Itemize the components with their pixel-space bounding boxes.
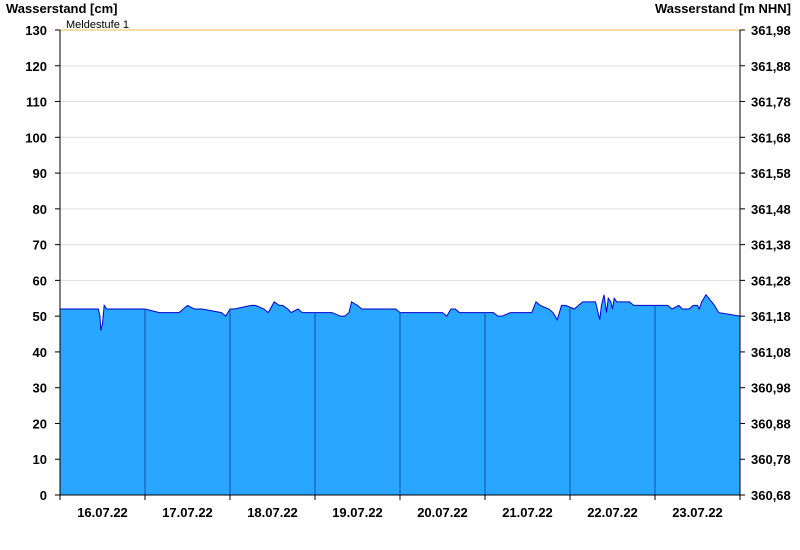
x-tick-label: 22.07.22	[587, 505, 638, 520]
x-axis-ticks: 16.07.22 17.07.22 18.07.22 19.07.22 20.07.22…	[59, 495, 741, 520]
left-tick-label: 120	[25, 59, 47, 74]
left-tick-label: 10	[33, 452, 47, 467]
x-tick-label: 19.07.22	[332, 505, 383, 520]
left-tick-label: 100	[25, 130, 47, 145]
left-axis-ticks: 0 10 20 30 40 50 60 70 80 90 100 110 120 130	[25, 23, 60, 503]
water-level-chart: Meldestufe 1 0 10 20 30 40 50 60 70 80 90 100 110 12…	[25, 19, 791, 520]
right-tick-label: 361,88	[751, 59, 791, 74]
water-level-area	[60, 293, 741, 495]
left-tick-label: 130	[25, 23, 47, 38]
right-tick-label: 361,78	[751, 95, 791, 110]
right-tick-label: 360,88	[751, 416, 791, 431]
x-tick-label: 23.07.22	[672, 505, 723, 520]
x-tick-label: 18.07.22	[247, 505, 298, 520]
left-tick-label: 0	[40, 488, 47, 503]
x-tick-label: 20.07.22	[417, 505, 468, 520]
right-tick-label: 361,68	[751, 130, 791, 145]
left-tick-label: 80	[33, 202, 47, 217]
right-tick-label: 361,98	[751, 23, 791, 38]
threshold-group: Meldestufe 1	[60, 19, 740, 31]
left-tick-label: 50	[33, 309, 47, 324]
right-tick-label: 360,68	[751, 488, 791, 503]
right-tick-label: 360,78	[751, 452, 791, 467]
right-tick-label: 361,28	[751, 273, 791, 288]
left-tick-label: 40	[33, 345, 47, 360]
threshold-label: Meldestufe 1	[66, 19, 129, 31]
right-tick-label: 361,48	[751, 202, 791, 217]
x-tick-label: 16.07.22	[77, 505, 128, 520]
left-tick-label: 70	[33, 238, 47, 253]
right-axis-ticks: 360,68 360,78 360,88 360,98 361,08 361,18 361,…	[740, 23, 791, 503]
left-tick-label: 90	[33, 166, 47, 181]
right-tick-label: 361,38	[751, 238, 791, 253]
right-tick-label: 361,08	[751, 345, 791, 360]
left-tick-label: 30	[33, 381, 47, 396]
right-tick-label: 361,58	[751, 166, 791, 181]
left-tick-label: 110	[26, 95, 47, 110]
right-tick-label: 360,98	[751, 381, 791, 396]
left-tick-label: 20	[33, 416, 47, 431]
left-tick-label: 60	[33, 273, 47, 288]
x-tick-label: 21.07.22	[502, 505, 553, 520]
right-tick-label: 361,18	[751, 309, 791, 324]
x-tick-label: 17.07.22	[162, 505, 213, 520]
